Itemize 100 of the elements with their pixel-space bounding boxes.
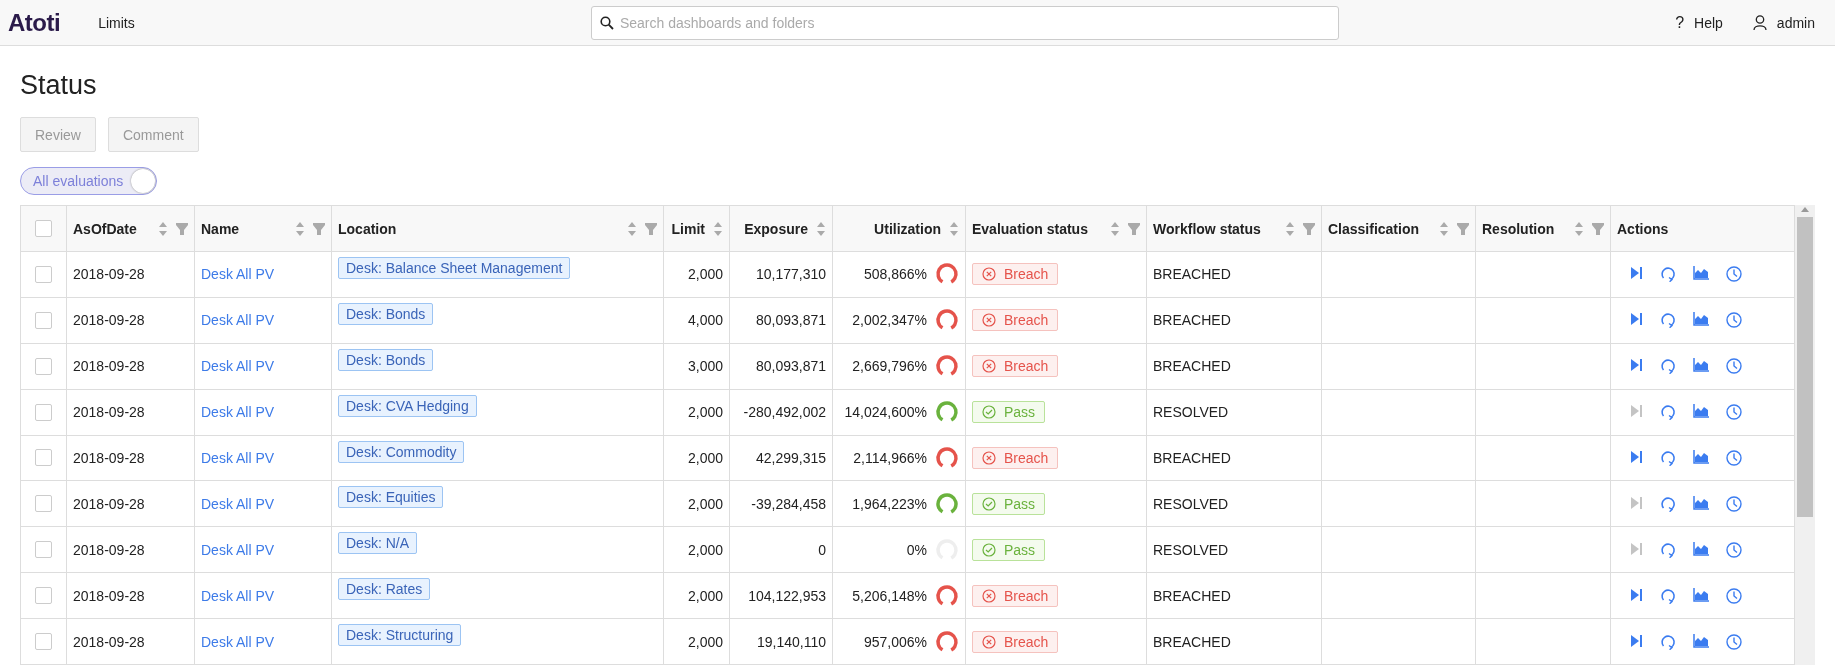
row-checkbox[interactable] bbox=[35, 357, 52, 375]
area-chart-icon[interactable] bbox=[1693, 633, 1709, 648]
refresh-icon[interactable] bbox=[1660, 404, 1676, 421]
clock-icon[interactable] bbox=[1726, 404, 1742, 421]
evaluation-status-badge: Pass bbox=[972, 492, 1046, 515]
workflow-status-text: BREACHED bbox=[1153, 358, 1231, 375]
sort-icon[interactable] bbox=[713, 220, 723, 237]
clock-icon[interactable] bbox=[1726, 541, 1742, 558]
row-checkbox[interactable] bbox=[35, 311, 52, 329]
refresh-icon[interactable] bbox=[1660, 266, 1676, 283]
name-link[interactable]: Desk All PV bbox=[201, 587, 275, 604]
skip-forward-icon[interactable] bbox=[1629, 449, 1643, 464]
refresh-icon[interactable] bbox=[1660, 495, 1676, 512]
refresh-icon[interactable] bbox=[1660, 633, 1676, 650]
filter-icon[interactable] bbox=[313, 222, 325, 235]
area-chart-icon[interactable] bbox=[1693, 449, 1709, 464]
name-link[interactable]: Desk All PV bbox=[201, 358, 275, 375]
name-link[interactable]: Desk All PV bbox=[201, 449, 275, 466]
name-link[interactable]: Desk All PV bbox=[201, 404, 275, 421]
skip-forward-icon[interactable] bbox=[1629, 358, 1643, 373]
help-icon[interactable]: ? bbox=[1675, 13, 1685, 32]
filter-icon[interactable] bbox=[1303, 222, 1315, 235]
x-circle-icon bbox=[982, 588, 996, 603]
utilization-text: 0% bbox=[906, 541, 927, 558]
page-title: Status bbox=[20, 70, 98, 101]
column-header[interactable]: Utilization bbox=[874, 220, 941, 237]
refresh-icon[interactable] bbox=[1660, 449, 1676, 466]
exposure-text: 104,122,953 bbox=[748, 587, 826, 604]
scroll-up-icon[interactable] bbox=[1800, 205, 1810, 213]
clock-icon[interactable] bbox=[1726, 495, 1742, 512]
skip-forward-icon[interactable] bbox=[1629, 587, 1643, 602]
area-chart-icon[interactable] bbox=[1693, 587, 1709, 602]
user-icon[interactable] bbox=[1752, 15, 1767, 30]
clock-icon[interactable] bbox=[1726, 266, 1742, 283]
user-name[interactable]: admin bbox=[1776, 14, 1815, 31]
name-link[interactable]: Desk All PV bbox=[201, 541, 275, 558]
area-chart-icon[interactable] bbox=[1693, 358, 1709, 373]
scrollbar[interactable] bbox=[1795, 205, 1815, 665]
refresh-icon[interactable] bbox=[1660, 541, 1676, 558]
sort-icon[interactable] bbox=[1285, 220, 1295, 237]
x-circle-icon bbox=[982, 267, 996, 282]
sort-icon[interactable] bbox=[1439, 220, 1449, 237]
filter-icon[interactable] bbox=[1592, 222, 1604, 235]
sort-icon[interactable] bbox=[1110, 220, 1120, 237]
filter-icon[interactable] bbox=[176, 222, 188, 235]
check-circle-icon bbox=[982, 496, 996, 511]
workflow-status-text: BREACHED bbox=[1153, 633, 1231, 650]
row-checkbox[interactable] bbox=[35, 265, 52, 283]
skip-forward-icon[interactable] bbox=[1629, 633, 1643, 648]
name-link[interactable]: Desk All PV bbox=[201, 266, 275, 283]
filter-icon[interactable] bbox=[1128, 222, 1140, 235]
row-checkbox[interactable] bbox=[35, 587, 52, 605]
sort-icon[interactable] bbox=[1574, 220, 1584, 237]
name-link[interactable]: Desk All PV bbox=[201, 495, 275, 512]
refresh-icon[interactable] bbox=[1660, 587, 1676, 604]
clock-icon[interactable] bbox=[1726, 312, 1742, 329]
evaluation-status-badge: Breach bbox=[972, 630, 1059, 653]
sort-icon[interactable] bbox=[158, 220, 168, 237]
nav-link[interactable]: Limits bbox=[98, 14, 135, 31]
skip-forward-icon[interactable] bbox=[1629, 266, 1643, 281]
select-all-checkbox[interactable] bbox=[35, 220, 52, 237]
clock-icon[interactable] bbox=[1726, 633, 1742, 650]
check-circle-icon bbox=[982, 542, 996, 557]
row-checkbox[interactable] bbox=[35, 403, 52, 421]
refresh-icon[interactable] bbox=[1660, 312, 1676, 329]
filter-icon[interactable] bbox=[1457, 222, 1469, 235]
row-checkbox[interactable] bbox=[35, 449, 52, 467]
clock-icon[interactable] bbox=[1726, 449, 1742, 466]
name-link[interactable]: Desk All PV bbox=[201, 633, 275, 650]
column-header[interactable]: Limit bbox=[671, 220, 705, 237]
area-chart-icon[interactable] bbox=[1693, 266, 1709, 281]
utilization-text: 508,866% bbox=[863, 266, 927, 283]
limit-text: 2,000 bbox=[687, 266, 723, 283]
name-link[interactable]: Desk All PV bbox=[201, 312, 275, 329]
refresh-icon[interactable] bbox=[1660, 358, 1676, 375]
clock-icon[interactable] bbox=[1726, 587, 1742, 604]
sort-icon[interactable] bbox=[816, 220, 826, 237]
sort-icon[interactable] bbox=[295, 220, 305, 237]
logo[interactable]: Atoti bbox=[8, 8, 61, 37]
skip-forward-icon[interactable] bbox=[1629, 312, 1643, 327]
date-text: 2018-09-28 bbox=[73, 358, 145, 375]
date-text: 2018-09-28 bbox=[73, 541, 145, 558]
search-field[interactable]: Search dashboards and folders bbox=[590, 5, 1339, 40]
area-chart-icon[interactable] bbox=[1693, 312, 1709, 327]
limit-text: 2,000 bbox=[687, 449, 723, 466]
sort-icon[interactable] bbox=[627, 220, 637, 237]
row-checkbox[interactable] bbox=[35, 541, 52, 559]
area-chart-icon[interactable] bbox=[1693, 495, 1709, 510]
clock-icon[interactable] bbox=[1726, 358, 1742, 375]
exposure-text: 19,140,110 bbox=[756, 633, 826, 650]
date-text: 2018-09-28 bbox=[73, 312, 145, 329]
sort-icon[interactable] bbox=[949, 220, 959, 237]
area-chart-icon[interactable] bbox=[1693, 541, 1709, 556]
help-link[interactable]: Help bbox=[1694, 14, 1723, 31]
evaluation-status-badge: Breach bbox=[972, 446, 1059, 469]
x-circle-icon bbox=[982, 359, 996, 374]
area-chart-icon[interactable] bbox=[1693, 404, 1709, 419]
row-checkbox[interactable] bbox=[35, 495, 52, 513]
filter-icon[interactable] bbox=[645, 222, 657, 235]
row-checkbox[interactable] bbox=[35, 633, 52, 650]
